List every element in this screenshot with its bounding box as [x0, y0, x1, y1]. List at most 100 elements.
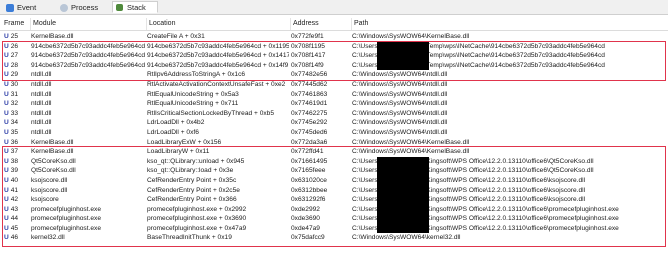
cell-frame-number: U 33 [4, 109, 19, 117]
cell-location: CreateFile A + 0x31 [147, 33, 205, 40]
user-mode-indicator: U [4, 205, 9, 213]
cell-module-name: ntdll.dll [31, 128, 52, 136]
user-mode-indicator: U [4, 61, 9, 69]
table-row[interactable]: U 40 ksojscore.dll CefRenderEntry Point + 0… [0, 175, 668, 186]
user-mode-indicator: U [4, 80, 9, 88]
cell-path: C:\Windows\SysWOW64\kernel32.dll [352, 234, 461, 242]
cell-address: 0x7165feee [291, 167, 326, 175]
tab-process[interactable]: Process [56, 1, 110, 13]
cell-location: promecefpluginhost.exe + 0x47a9 [147, 224, 247, 232]
cell-module-name: 914cbe6372d5b7c93addc4feb5e964cd [31, 42, 145, 50]
cell-location: LdrLoadDll + 0xf6 [147, 128, 199, 136]
cell-module-name: 914cbe6372d5b7c93addc4feb5e964cd [31, 61, 145, 69]
table-row[interactable]: U 45 promecefpluginhost.exe promecefpluginh… [0, 223, 668, 234]
cell-module-name: ntdll.dll [31, 119, 52, 127]
table-row[interactable]: U 34 ntdll.dll LdrLoadDll + 0x4b2 0x7745e292… [0, 118, 668, 128]
cell-path: C:\Windows\SysWOW64\ntdll.dll [352, 100, 448, 108]
table-row[interactable]: U 37 KernelBase.dll LoadLibraryW + 0x11 0x77… [0, 147, 668, 157]
event-icon [6, 4, 14, 12]
cell-module-name: kernel32.dll [31, 234, 65, 242]
stack-table-header: Frame Module Location Address Path [0, 18, 668, 31]
cell-module-name: KernelBase.dll [31, 138, 74, 146]
cell-location: kso_qt::QLibrary::unload + 0x945 [147, 157, 245, 165]
cell-location: RtlEqualUnicodeString + 0x711 [147, 100, 239, 108]
cell-address: 0x631292f6 [291, 196, 326, 204]
table-row[interactable]: U 27 914cbe6372d5b7c93addc4feb5e964cd 914cb… [0, 51, 668, 61]
column-header-frame[interactable]: Frame [2, 18, 31, 30]
table-row[interactable]: U 38 Qt5CoreKso.dll kso_qt::QLibrary::unloa… [0, 156, 668, 167]
cell-frame-number: U 27 [4, 52, 19, 60]
cell-module-name: ntdll.dll [31, 109, 52, 117]
table-row[interactable]: U 43 promecefpluginhost.exe promecefpluginh… [0, 204, 668, 215]
cell-address: 0x708f1417 [291, 52, 326, 60]
column-header-module[interactable]: Module [31, 18, 147, 30]
cell-address: 0x75dafcc9 [291, 234, 325, 242]
cell-frame-number: U 42 [4, 196, 19, 204]
tab-event[interactable]: Event [2, 1, 52, 13]
cell-frame-number: U 29 [4, 71, 19, 79]
tab-stack[interactable]: Stack [112, 1, 158, 13]
cell-location: LoadLibraryW + 0x11 [147, 148, 210, 156]
cell-module-name: ntdll.dll [31, 90, 52, 98]
cell-frame-number: U 43 [4, 205, 19, 213]
column-header-address[interactable]: Address [291, 18, 352, 30]
table-row[interactable]: U 46 kernel32.dll BaseThreadInitThunk + 0x1… [0, 233, 668, 243]
table-row[interactable]: U 39 Qt5CoreKso.dll kso_qt::QLibrary::load … [0, 166, 668, 176]
cell-location: 914cbe6372d5b7c93addc4feb5e964cd + 0x119… [147, 42, 289, 50]
tab-stack-label: Stack [127, 3, 146, 12]
table-row[interactable]: U 29 ntdll.dll RtlIpv6AddressToStringA + 0x… [0, 70, 668, 80]
column-header-location[interactable]: Location [147, 18, 291, 30]
cell-module-name: KernelBase.dll [31, 33, 74, 40]
table-row[interactable]: U 31 ntdll.dll RtlEqualUnicodeString + 0x5a… [0, 90, 668, 100]
cell-address: 0x77461863 [291, 90, 328, 98]
cell-location: RtlIpv6AddressToStringA + 0x1c6 [147, 71, 246, 79]
table-row[interactable]: U 44 promecefpluginhost.exe promecefpluginh… [0, 214, 668, 224]
cell-address: 0x77482e56 [291, 71, 328, 79]
cell-frame-number: U 45 [4, 224, 19, 232]
table-row[interactable]: U 41 ksojscore.dll CefRenderEntry Point + 0… [0, 185, 668, 196]
table-row[interactable]: U 32 ntdll.dll RtlEqualUnicodeString + 0x71… [0, 99, 668, 109]
table-row[interactable]: U 33 ntdll.dll RtlIsCriticalSectionLockedBy… [0, 109, 668, 119]
cell-frame-number: U 46 [4, 234, 19, 242]
user-mode-indicator: U [4, 42, 9, 50]
cell-location: promecefpluginhost.exe + 0x3690 [147, 215, 247, 223]
cell-frame-number: U 30 [4, 80, 19, 88]
cell-location: CefRenderEntry Point + 0x2c5e [147, 186, 240, 194]
redaction-bar [377, 214, 429, 224]
column-header-path[interactable]: Path [352, 18, 668, 30]
cell-module-name: ksojscore [31, 196, 59, 204]
cell-frame-number: U 44 [4, 215, 19, 223]
cell-location: LdrLoadDll + 0x4b2 [147, 119, 205, 127]
cell-module-name: Qt5CoreKso.dll [31, 157, 76, 165]
table-row[interactable]: U 42 ksojscore CefRenderEntry Point + 0x366… [0, 195, 668, 205]
user-mode-indicator: U [4, 138, 9, 146]
cell-location: BaseThreadInitThunk + 0x19 [147, 234, 232, 242]
cell-location: LoadLibraryExW + 0x156 [147, 138, 222, 146]
cell-address: 0x77445d62 [291, 80, 328, 88]
cell-frame-number: U 37 [4, 148, 19, 156]
table-row[interactable]: U 28 914cbe6372d5b7c93addc4feb5e964cd 914cb… [0, 60, 668, 71]
table-row[interactable]: U 35 ntdll.dll LdrLoadDll + 0xf6 0x7745ded6 C… [0, 128, 668, 138]
cell-address: 0x708f1195 [291, 42, 325, 50]
user-mode-indicator: U [4, 71, 9, 79]
cell-address: 0xde47a9 [291, 224, 320, 232]
stack-icon [116, 4, 123, 11]
cell-location: 914cbe6372d5b7c93addc4feb5e964cd + 0x14f… [147, 61, 289, 69]
table-row[interactable]: U 26 914cbe6372d5b7c93addc4feb5e964cd 914cb… [0, 41, 668, 52]
cell-location: RtlEqualUnicodeString + 0x5a3 [147, 90, 239, 98]
table-row[interactable]: U 25 KernelBase.dll CreateFile A + 0x31 0x77… [0, 32, 668, 42]
cell-path: C:\Windows\SysWOW64\KernelBase.dll [352, 138, 470, 146]
redaction-bar [377, 51, 429, 61]
table-row[interactable]: U 36 KernelBase.dll LoadLibraryExW + 0x156 0… [0, 138, 668, 148]
cell-frame-number: U 38 [4, 157, 19, 165]
user-mode-indicator: U [4, 148, 9, 156]
cell-module-name: KernelBase.dll [31, 148, 74, 156]
cell-path: C:\Windows\SysWOW64\ntdll.dll [352, 119, 448, 127]
cell-frame-number: U 26 [4, 42, 19, 50]
cell-module-name: promecefpluginhost.exe [31, 224, 102, 232]
cell-location: promecefpluginhost.exe + 0x2992 [147, 205, 247, 213]
redaction-bar [377, 223, 429, 234]
cell-frame-number: U 32 [4, 100, 19, 108]
cell-path: C:\Windows\SysWOW64\ntdll.dll [352, 128, 448, 136]
table-row[interactable]: U 30 ntdll.dll RtlActivateActivationContext… [0, 80, 668, 90]
